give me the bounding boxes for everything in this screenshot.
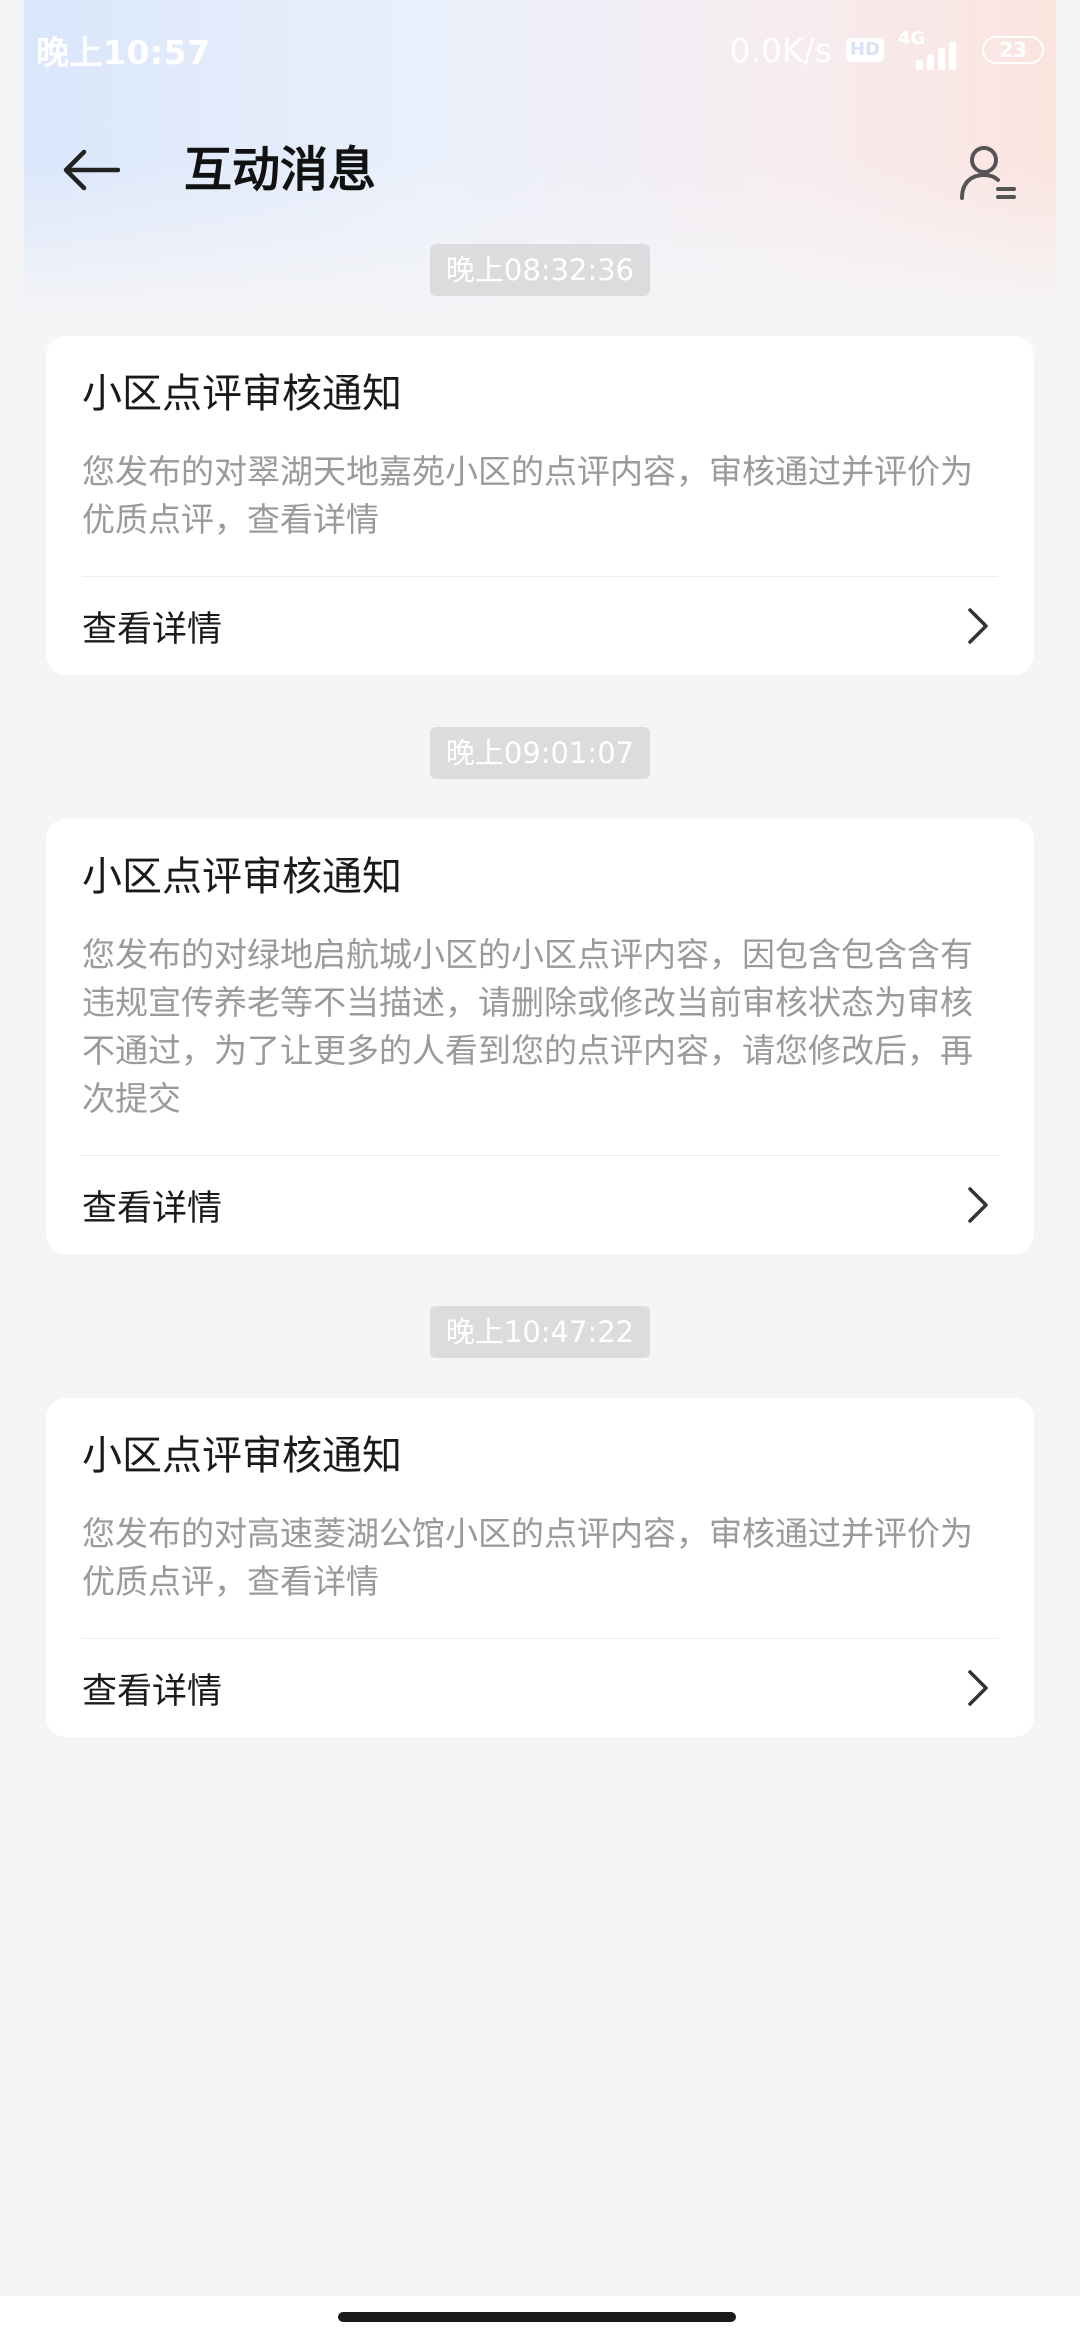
view-details-label: 查看详情	[82, 1188, 223, 1229]
view-details-link[interactable]: 查看详情	[82, 1156, 998, 1254]
message-card: 小区点评审核通知 您发布的对翠湖天地嘉苑小区的点评内容，审核通过并评价为优质点评…	[46, 336, 1034, 675]
chevron-right-icon	[958, 1185, 998, 1225]
message-body: 您发布的对高速菱湖公馆小区的点评内容，审核通过并评价为优质点评，查看详情	[82, 1514, 973, 1601]
chevron-right-icon	[958, 1668, 998, 1708]
hd-badge: HD	[845, 38, 884, 62]
screen: 晚上10:57 0.0K/s HD 4G 23 互动消息 晚上08:32:36 …	[0, 0, 1080, 2340]
view-details-link[interactable]: 查看详情	[82, 1639, 998, 1737]
chevron-right-icon	[958, 606, 998, 646]
message-time: 晚上09:01:07	[429, 727, 651, 779]
signal-icon: 4G	[898, 28, 968, 70]
signal-bars	[916, 42, 956, 70]
battery-level: 23	[999, 38, 1027, 62]
left-edge-strip	[0, 0, 24, 2300]
message-body: 您发布的对翠湖天地嘉苑小区的点评内容，审核通过并评价为优质点评，查看详情	[82, 452, 973, 539]
nav-bar: 互动消息	[0, 120, 1080, 220]
network-speed: 0.0K/s	[729, 30, 832, 70]
back-button[interactable]	[50, 140, 130, 200]
home-gesture-bar[interactable]	[338, 2312, 736, 2322]
view-details-link[interactable]: 查看详情	[82, 577, 998, 675]
message-title: 小区点评审核通知	[82, 1433, 402, 1479]
user-settings-icon	[960, 146, 1016, 200]
view-details-label: 查看详情	[82, 609, 223, 650]
battery-icon: 23	[982, 36, 1044, 64]
status-time: 晚上10:57	[36, 33, 211, 72]
arrow-left-icon	[63, 149, 120, 191]
right-edge-strip	[1056, 0, 1080, 2300]
message-card: 小区点评审核通知 您发布的对绿地启航城小区的小区点评内容，因包含包含含有违规宣传…	[46, 819, 1034, 1254]
status-bar: 晚上10:57 0.0K/s HD 4G 23	[36, 22, 1044, 78]
message-time: 晚上10:47:22	[429, 1306, 651, 1358]
message-time-row: 晚上08:32:36	[46, 244, 1034, 300]
message-title: 小区点评审核通知	[82, 854, 402, 900]
view-details-label: 查看详情	[82, 1671, 223, 1712]
message-title: 小区点评审核通知	[82, 371, 402, 417]
page-title: 互动消息	[184, 142, 377, 198]
message-time-row: 晚上09:01:07	[46, 727, 1034, 783]
profile-button[interactable]	[954, 138, 1024, 208]
message-time: 晚上08:32:36	[429, 244, 651, 296]
message-time-row: 晚上10:47:22	[46, 1306, 1034, 1362]
message-body: 您发布的对绿地启航城小区的小区点评内容，因包含包含含有违规宣传养老等不当描述，请…	[82, 935, 973, 1118]
message-list: 晚上08:32:36 小区点评审核通知 您发布的对翠湖天地嘉苑小区的点评内容，审…	[46, 244, 1034, 1789]
message-card: 小区点评审核通知 您发布的对高速菱湖公馆小区的点评内容，审核通过并评价为优质点评…	[46, 1398, 1034, 1737]
status-indicators: 0.0K/s HD 4G 23	[729, 28, 1044, 70]
